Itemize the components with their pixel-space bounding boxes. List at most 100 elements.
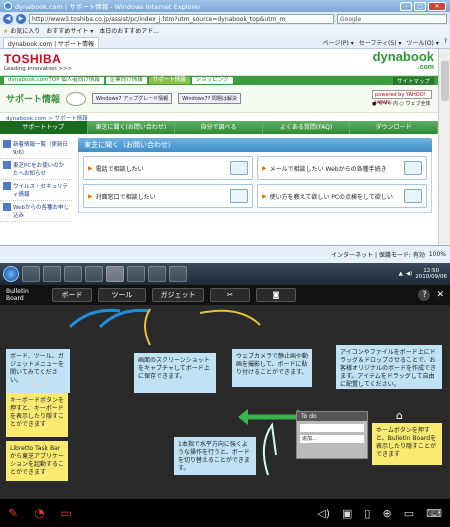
nav-download[interactable]: ダウンロード — [350, 121, 438, 134]
taskbar-app-icon[interactable] — [169, 266, 187, 282]
start-button[interactable] — [3, 266, 19, 282]
maximize-button[interactable]: □ — [414, 1, 426, 11]
tab-top[interactable]: dynabook.comTOP 個人者向け情報 — [4, 77, 104, 84]
device-icon[interactable]: ▯ — [364, 507, 370, 520]
forward-icon[interactable]: ▶ — [16, 13, 26, 24]
breadcrumb[interactable]: dynabook.com > サポート情報 — [0, 113, 438, 122]
help-menu[interactable]: ? — [444, 38, 447, 47]
volume-icon[interactable]: ◁) — [317, 507, 330, 520]
tagline: Leading Innovation >>> — [4, 66, 73, 72]
folder-icon[interactable]: ▭ — [61, 506, 72, 520]
mascot-icon — [66, 91, 87, 106]
note-screenshot[interactable]: 画面のスクリーンショットをキャプチャしてボード上に保存できます。 — [134, 353, 216, 393]
scissors-icon[interactable]: ✂ — [210, 288, 250, 302]
counter-card[interactable]: ▶ 対面窓口で相談したい — [83, 184, 253, 208]
sidebar-label: 東芝PCをお使いのかたへお知らせ — [13, 163, 65, 177]
arrow-icon: ▶ — [88, 164, 93, 172]
back-icon[interactable]: ◀ — [3, 13, 13, 24]
address-input[interactable]: http://www3.toshiba.co.jp/assist/pc/inde… — [29, 13, 334, 24]
nav-faq[interactable]: よくある質問(FAQ) — [262, 121, 351, 134]
help-icon[interactable]: ? — [418, 289, 431, 301]
taskbar-folder-icon[interactable] — [64, 266, 82, 282]
browser-tab[interactable]: dynabook.com | サポート情報 — [3, 36, 100, 48]
taskbar-app-icon[interactable] — [43, 266, 61, 282]
todo-gadget[interactable]: To do 追加… — [296, 411, 368, 459]
sidebar-item-security[interactable]: ウイルス・セキュリティ情報 — [0, 180, 72, 201]
todo-item[interactable] — [300, 424, 364, 432]
board-button[interactable]: ボード — [52, 288, 92, 302]
tab-support[interactable]: サポート情報 — [148, 77, 190, 84]
note-swipe[interactable]: 1本指で水平方向に強くような操作を行うと、ボードを切り替えることができます。 — [174, 437, 256, 475]
nav-ask-toshiba[interactable]: 東芝に聞く(お問い合わせ) — [87, 121, 176, 134]
nav-self-search[interactable]: 自分で調べる — [175, 121, 263, 134]
ask-section: 東芝に聞く（お問い合わせ） ▶ 電話で相談したい ▶ メールで相談したい Webから… — [72, 134, 438, 222]
site-search-input[interactable]: powered by YAHOO! JAPAN — [372, 90, 432, 106]
vertical-scrollbar[interactable] — [438, 49, 450, 245]
note-drag-drop[interactable]: アイコンやファイルをボード上にドラッグ＆ドロップさせることで、お客様オリジナルの… — [336, 345, 442, 389]
phone-card[interactable]: ▶ 電話で相談したい — [83, 156, 253, 180]
zoom-icon[interactable]: ⊕ — [382, 507, 391, 520]
scroll-thumb[interactable] — [441, 61, 449, 101]
sidebar-label: ウイルス・セキュリティ情報 — [13, 184, 69, 198]
timer-icon[interactable]: ◔ — [34, 506, 44, 520]
howto-card[interactable]: ▶ 使い方を教えて欲しい PCの点検をして欲しい — [257, 184, 427, 208]
radio-site[interactable]: ● サイト内 — [372, 101, 398, 107]
arrow-icon: ▶ — [262, 192, 267, 200]
sidebar-item-news[interactable]: 新着情報一覧（更新日9/6） — [0, 138, 72, 159]
tools-menu[interactable]: ツール(O) ▾ — [406, 38, 438, 47]
window-icon[interactable]: ▣ — [342, 507, 352, 520]
note-menus[interactable]: ボード、ツール、ガジェットメニューを開いてみてください。 — [6, 349, 70, 393]
taskbar-app-icon[interactable] — [85, 266, 103, 282]
tools-button[interactable]: ツール — [98, 288, 146, 302]
note-home[interactable]: ホームボタンを押すと、Bulletin Boardを表示したり隠すことができます — [372, 423, 442, 465]
page-title: サポート情報 — [6, 95, 61, 105]
close-button[interactable]: ✕ — [428, 1, 446, 11]
sidebar-item-notice[interactable]: 東芝PCをお使いのかたへお知らせ — [0, 159, 72, 180]
board-canvas[interactable]: ボード、ツール、ガジェットメニューを開いてみてください。 画面のスクリーンショッ… — [0, 305, 450, 499]
support-nav: サポートトップ 東芝に聞く(お問い合わせ) 自分で調べる よくある質問(FAQ)… — [0, 121, 438, 134]
sitemap-link[interactable]: サイトマップ — [392, 76, 434, 85]
sidebar-item-web-apply[interactable]: Webからの各種お申し込み — [0, 201, 72, 222]
status-text: インターネット | 保護モード: 有効 — [331, 252, 425, 259]
screen-icon[interactable]: ▭ — [404, 507, 414, 520]
note-taskbar[interactable]: Libretto Task Barから東芝アプリケーションを起動することができま… — [6, 441, 68, 481]
note-webcam[interactable]: ウェブカメラで静止画や動画を撮影して、ボードに貼り付けることができます。 — [232, 349, 312, 387]
dynabook-logo[interactable]: dynabook .com — [373, 50, 434, 73]
toshiba-logo[interactable]: TOSHIBA — [4, 52, 72, 66]
search-input[interactable]: Google — [337, 13, 447, 24]
pin-icon[interactable]: ✎ — [8, 506, 18, 520]
clock[interactable]: 12:50 2010/09/06 — [415, 268, 447, 280]
network-icon[interactable]: ▲ — [399, 271, 403, 277]
page-menu[interactable]: ページ(P) ▾ — [323, 38, 354, 47]
keyboard-toggle-icon[interactable]: ⌨ — [426, 507, 442, 520]
zoom-level[interactable]: 100% — [429, 251, 446, 258]
browser-titlebar: dynabook.com | サポート情報 - Windows Internet… — [0, 0, 450, 12]
taskbar-app-icon[interactable] — [127, 266, 145, 282]
tab-business[interactable]: 企業向け情報 — [105, 77, 147, 84]
volume-icon[interactable]: ◀) — [406, 271, 412, 277]
minimize-button[interactable]: – — [400, 1, 412, 11]
todo-add[interactable]: 追加… — [300, 435, 364, 443]
tab-shopping[interactable]: ショッピング — [191, 77, 233, 84]
nav-support-top[interactable]: サポートトップ — [0, 121, 88, 134]
fav-item[interactable]: おすすめサイト ▾ — [46, 26, 93, 35]
radio-web[interactable]: ○ ウェブ全体 — [400, 101, 431, 107]
close-icon[interactable]: ✕ — [436, 290, 444, 300]
windows7-banner[interactable]: Windows7 アップグレード情報 — [92, 93, 173, 104]
note-keyboard[interactable]: キーボードボタンを押すと、キーボードを表示したり隠すことができます — [6, 393, 68, 437]
fav-item[interactable]: 本日のおすすめアド... — [99, 26, 159, 35]
keyboard-icon[interactable] — [30, 375, 46, 385]
camera-icon[interactable]: ◙ — [256, 288, 296, 302]
global-nav: dynabook.comTOP 個人者向け情報 企業向け情報 サポート情報 ショ… — [0, 76, 438, 85]
door-icon — [230, 189, 248, 203]
taskbar-app-icon[interactable] — [148, 266, 166, 282]
windows7-question-banner[interactable]: Windows7? 問題は解決 — [178, 93, 241, 104]
mail-card[interactable]: ▶ メールで相談したい Webからの各種手続き — [257, 156, 427, 180]
safety-menu[interactable]: セーフティ(S) ▾ — [359, 38, 402, 47]
home-icon[interactable]: ⌂ — [396, 409, 403, 422]
shield-icon — [3, 182, 11, 190]
favorites-button[interactable]: ★ お気に入り — [3, 26, 40, 35]
taskbar-app-icon[interactable] — [22, 266, 40, 282]
gadget-button[interactable]: ガジェット — [152, 288, 204, 302]
taskbar-app-icon[interactable] — [106, 266, 124, 282]
